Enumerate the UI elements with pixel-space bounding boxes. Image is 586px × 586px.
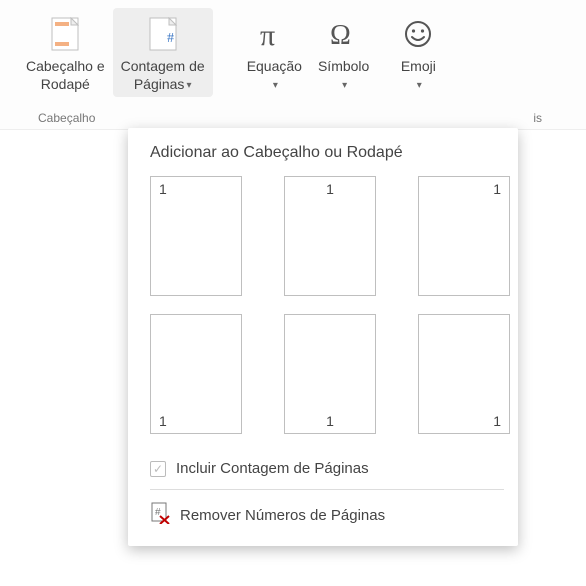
omega-icon: Ω xyxy=(327,14,361,54)
header-footer-button[interactable]: Cabeçalho e Rodapé xyxy=(18,8,113,97)
smile-icon xyxy=(402,14,434,54)
ribbon: Cabeçalho e Rodapé # Contagem de Páginas… xyxy=(0,0,586,130)
svg-text:Ω: Ω xyxy=(330,20,351,51)
sample-number: 1 xyxy=(326,413,334,429)
header-footer-line1: Cabeçalho e xyxy=(26,58,105,74)
svg-text:π: π xyxy=(260,19,275,51)
remove-page-numbers-label: Remover Números de Páginas xyxy=(180,507,385,524)
position-bottom-left[interactable]: 1 xyxy=(150,314,242,434)
ribbon-group-label-left: Cabeçalho xyxy=(38,111,95,125)
emoji-button[interactable]: Emoji ▾ xyxy=(391,8,445,97)
chevron-down-icon: ▾ xyxy=(186,80,191,91)
pi-icon: π xyxy=(257,14,291,54)
position-bottom-center[interactable]: 1 xyxy=(284,314,376,434)
page-header-footer-icon xyxy=(51,14,79,54)
chevron-down-icon: ▾ xyxy=(342,80,347,91)
include-page-count-option[interactable]: ✓ Incluir Contagem de Páginas xyxy=(150,450,504,487)
checkbox-icon: ✓ xyxy=(150,461,166,477)
page-number-positions-grid: 1 1 1 1 1 1 xyxy=(150,176,504,434)
include-page-count-label: Incluir Contagem de Páginas xyxy=(176,460,369,477)
sample-number: 1 xyxy=(326,181,334,197)
sample-number: 1 xyxy=(493,413,501,429)
position-top-right[interactable]: 1 xyxy=(418,176,510,296)
position-top-left[interactable]: 1 xyxy=(150,176,242,296)
position-top-center[interactable]: 1 xyxy=(284,176,376,296)
chevron-down-icon: ▾ xyxy=(273,80,278,91)
sample-number: 1 xyxy=(159,181,167,197)
chevron-down-icon: ▾ xyxy=(417,80,422,91)
ribbon-group-label-right-fragment: is xyxy=(533,111,542,125)
page-count-button[interactable]: # Contagem de Páginas▾ xyxy=(113,8,213,97)
remove-page-numbers-option[interactable]: # Remover Números de Páginas xyxy=(150,492,504,538)
page-count-line2: Páginas xyxy=(134,76,185,92)
page-number-icon: # xyxy=(149,14,177,54)
sample-number: 1 xyxy=(493,181,501,197)
position-bottom-right[interactable]: 1 xyxy=(418,314,510,434)
page-count-line1: Contagem de xyxy=(121,58,205,74)
page-number-dropdown: Adicionar ao Cabeçalho ou Rodapé 1 1 1 1… xyxy=(128,128,518,546)
remove-page-number-icon: # xyxy=(150,502,170,528)
dropdown-title: Adicionar ao Cabeçalho ou Rodapé xyxy=(150,144,504,162)
equation-button[interactable]: π Equação ▾ xyxy=(239,8,310,97)
svg-text:#: # xyxy=(167,31,174,46)
symbol-button[interactable]: Ω Símbolo ▾ xyxy=(310,8,377,97)
emoji-label: Emoji xyxy=(401,58,436,74)
header-footer-line2: Rodapé xyxy=(41,76,90,92)
symbol-label: Símbolo xyxy=(318,58,369,74)
equation-label: Equação xyxy=(247,58,302,74)
sample-number: 1 xyxy=(159,413,167,429)
separator xyxy=(150,489,504,490)
